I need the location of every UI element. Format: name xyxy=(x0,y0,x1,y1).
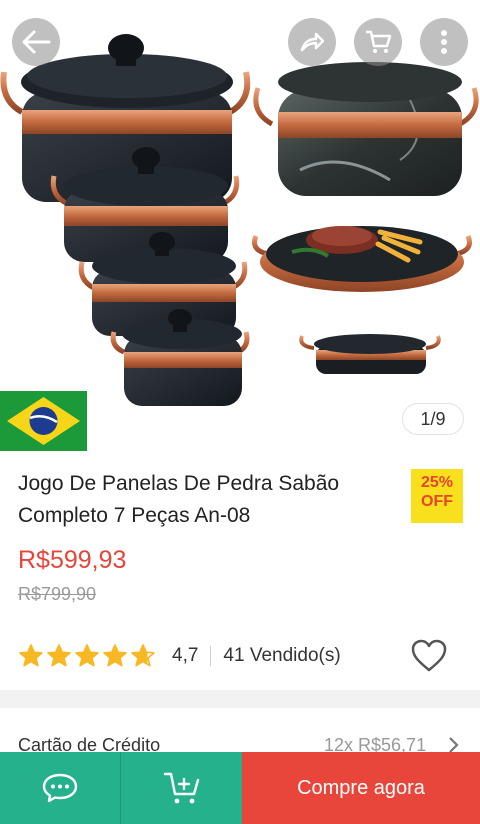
chat-button[interactable] xyxy=(0,752,121,824)
discount-percent: 25% xyxy=(420,474,454,491)
brazil-flag-icon xyxy=(0,391,87,451)
product-image xyxy=(0,34,479,406)
star-icon xyxy=(47,644,71,667)
cart-button[interactable] xyxy=(354,18,402,66)
back-button[interactable] xyxy=(12,18,60,66)
add-to-cart-button[interactable] xyxy=(121,752,242,824)
heart-icon xyxy=(411,639,447,672)
rating-stars xyxy=(18,643,156,669)
chat-icon xyxy=(42,773,78,803)
image-counter: 1/9 xyxy=(402,403,464,435)
product-image-gallery[interactable]: 1/9 xyxy=(0,0,480,452)
star-icon xyxy=(75,644,99,667)
bottom-action-bar: Compre agora xyxy=(0,752,480,824)
section-divider xyxy=(0,690,480,708)
payment-option-row[interactable]: Cartão de Crédito 12x R$56,71 xyxy=(0,708,480,758)
star-icon xyxy=(103,644,127,667)
discount-off-label: OFF xyxy=(421,493,453,510)
rating-row: 4,7 41 Vendido(s) xyxy=(18,640,341,672)
arrow-left-icon xyxy=(22,30,51,54)
favorite-button[interactable] xyxy=(410,638,448,674)
share-icon xyxy=(300,32,325,52)
add-to-cart-icon xyxy=(163,772,199,804)
more-vertical-icon xyxy=(441,30,447,54)
discount-badge: 25% OFF xyxy=(411,469,463,523)
star-icon xyxy=(19,644,43,667)
divider xyxy=(210,646,212,666)
product-title: Jogo De Panelas De Pedra Sabão Completo … xyxy=(18,472,340,527)
star-icon xyxy=(131,644,155,667)
rating-value: 4,7 xyxy=(172,645,199,666)
original-price: R$799,90 xyxy=(18,584,97,604)
buy-now-button[interactable]: Compre agora xyxy=(242,752,480,824)
share-button[interactable] xyxy=(288,18,336,66)
cart-icon xyxy=(366,30,392,53)
grill-plate xyxy=(252,226,472,292)
sold-count: 41 Vendido(s) xyxy=(223,645,341,666)
product-price: R$599,93 xyxy=(18,546,127,574)
pot-right xyxy=(253,62,479,196)
small-pan xyxy=(299,334,441,374)
more-options-button[interactable] xyxy=(420,18,468,66)
